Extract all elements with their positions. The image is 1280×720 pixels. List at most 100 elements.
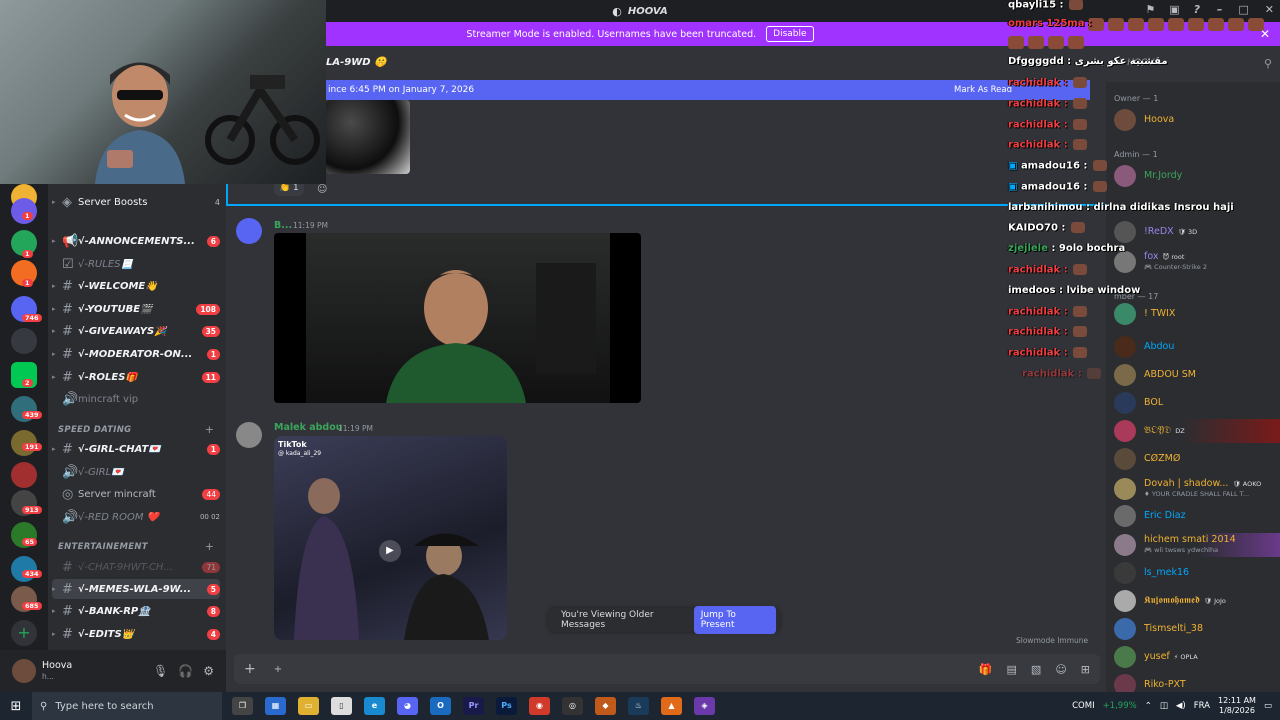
microphone-icon[interactable]: 🎙 [153,664,168,678]
speaker-icon: 🔊 [62,391,79,407]
premiere-icon[interactable]: Pr [463,697,484,715]
new-messages-text: ince 6:45 PM on January 7, 2026 [328,85,475,95]
channel-item[interactable]: ▸ # √-GIVEAWAYS🎉 35 [52,321,220,341]
channel-item[interactable]: ▸ # √-MODERATOR-ON... 1 [52,344,220,364]
channel-item[interactable]: # √-CHAT-9HWT-CH... 71 [52,557,220,577]
member-item[interactable]: 𝔅𝔒𝔜𝔇 DZ [1114,419,1280,443]
add-channel-icon[interactable]: + [205,540,214,553]
server-badge: 1 [22,212,33,220]
channel-item[interactable]: ☑ √-RULES📃 [52,254,220,274]
category-entertainment[interactable]: ENTERTAINEMENT [58,542,148,552]
video-attachment[interactable] [274,233,641,403]
motorcycle-figure [205,75,320,165]
channel-item[interactable]: ▸ # √-WELCOME👋 [52,276,220,296]
member-item[interactable]: Tismselti_38 [1114,617,1280,641]
gift-icon[interactable]: 🎁 [979,663,993,676]
volume-icon[interactable]: ◀) [1176,701,1186,711]
tiktok-video[interactable]: TikTok @ kada_ali_29 ▶ [274,436,507,640]
new-messages-bar[interactable]: ince 6:45 PM on January 7, 2026 Mark As … [326,80,1090,100]
member-item[interactable]: hichem smati 2014 🎮 wli twsws ydwchlha [1114,533,1280,557]
member-item[interactable]: Dovah | shadow... 🛡 AOKO ♦ YOUR CRADLE SHA… [1114,477,1280,501]
store-icon[interactable]: ▦ [265,697,286,715]
emoji-icon[interactable]: ☺ [1055,663,1066,676]
app-icon[interactable]: ▲ [661,697,682,715]
channel-item[interactable]: ▸ # √-ROLES🎁 11 [52,367,220,387]
network-icon[interactable]: ◫ [1160,701,1168,711]
hash-icon: # [62,323,73,339]
channel-item-active[interactable]: ▸ # √-MEMES-WLA-9W... 5 [52,579,220,599]
photoshop-icon[interactable]: Ps [496,697,517,715]
sticker-icon[interactable]: ▧ [1031,663,1041,676]
message-author[interactable]: Malek abdou [274,422,343,433]
server-icon[interactable] [11,328,37,354]
category-speed-dating[interactable]: SPEED DATING [58,425,131,435]
add-reaction-icon[interactable]: ☺ [317,184,327,195]
outlook-icon[interactable]: O [430,697,451,715]
voice-channel[interactable]: 🔊 mincraft vip [52,389,220,409]
language-indicator[interactable]: FRA [1194,701,1210,711]
apps-icon[interactable]: ⊞ [1081,663,1090,676]
obs-icon[interactable]: ◎ [562,697,583,715]
avatar[interactable] [236,218,262,244]
taskbar-search[interactable]: ⚲ Type here to search [32,692,222,720]
channel-item[interactable]: ▸ 📢 √-ANNONCEMENTS... 6 [52,231,220,251]
message-image[interactable] [326,100,410,174]
video-frame [306,233,610,403]
channel-item[interactable]: ▸ # √-YOUTUBE🎬 108 [52,299,220,319]
notification-icon[interactable]: ▭ [1264,701,1272,711]
avatar [1114,646,1136,668]
channel-header: LA-9WD 🤫 [326,57,387,68]
plus-icon[interactable]: + [274,664,282,675]
file-explorer-icon[interactable]: ▭ [298,697,319,715]
window-title: HOOVA [627,5,668,17]
maximize-button[interactable]: □ [1238,3,1248,16]
chevron-up-icon[interactable]: ⌃ [1145,701,1152,711]
member-item[interactable]: ls_mek16 [1114,561,1280,585]
clock[interactable]: 12:11 AM 1/8/2026 [1218,696,1256,716]
voice-channel[interactable]: 🔊 √-RED ROOM ❤️ 00 02 [52,507,220,527]
server-badge: 434 [22,570,42,578]
channel-item[interactable]: ▸ # √-EDITS👑 4 [52,624,220,644]
add-channel-icon[interactable]: + [205,423,214,436]
edge-icon[interactable]: e [364,697,385,715]
server-icon[interactable] [11,556,37,582]
close-button[interactable]: ✕ [1265,3,1274,16]
app-icon[interactable]: ◆ [595,697,616,715]
server-icon[interactable] [11,462,37,488]
gear-icon[interactable]: ⚙ [203,664,214,678]
channel-item[interactable]: ▸ # √-BANK-RP🏦 8 [52,601,220,621]
chrome-icon[interactable]: ◉ [529,697,550,715]
task-view-icon[interactable]: ❐ [232,697,253,715]
app-icon[interactable]: ◈ [694,697,715,715]
voice-channel[interactable]: 🔊 √-GIRL💌 [52,462,220,482]
mark-as-read-button[interactable]: Mark As Read [954,85,1012,95]
play-icon[interactable]: ▶ [379,540,401,562]
avatar[interactable] [236,422,262,448]
channel-list: ▸ ◈ Server Boosts 4 ▸ 📢 √-ANNONCEMENTS... 6 ☑ √… [48,180,226,650]
member-item[interactable]: yusef ⚡ OPLA [1114,645,1280,669]
jump-to-present-button[interactable]: Jump To Present [693,606,776,634]
member-item[interactable]: Eric Diaz [1114,504,1280,528]
avatar[interactable] [12,659,36,683]
gif-icon[interactable]: ▤ [1007,663,1017,676]
forum-channel[interactable]: ◎ Server mincraft 44 [52,484,220,504]
steam-icon[interactable]: ♨ [628,697,649,715]
message-author[interactable]: B... [274,220,292,231]
add-server-button[interactable]: + [11,620,37,646]
headphones-icon[interactable]: 🎧 [178,664,193,678]
minimize-button[interactable]: – [1217,3,1223,16]
chat-line: imedoos : lvibe window [1008,285,1141,296]
discord-icon[interactable]: ◕ [397,697,418,715]
windows-start-icon[interactable]: ⊞ [0,699,32,714]
member-item[interactable]: 𝕶𝖚𝖏𝖔𝖒𝖔𝖍𝖆𝖒𝖊𝖉 🛡 JoJo [1114,589,1280,613]
upload-plus-icon[interactable]: + [244,661,256,677]
notepad-icon[interactable]: ▯ [331,697,352,715]
disable-button[interactable]: Disable [766,26,814,42]
message-composer[interactable]: + + 🎁 ▤ ▧ ☺ ⊞ [234,654,1100,684]
server-icon[interactable] [11,198,37,224]
channel-item[interactable]: ▸ # √-GIRL-CHAT💌 1 [52,439,220,459]
member-item[interactable]: CØZMØ [1114,447,1280,471]
server-boosts-item[interactable]: ▸ ◈ Server Boosts 4 [52,192,220,212]
chat-overlay: qbayli15 : omars 125ma : Dfggggdd : مقشب… [1006,0,1234,390]
member-item[interactable]: BOL [1114,391,1280,415]
